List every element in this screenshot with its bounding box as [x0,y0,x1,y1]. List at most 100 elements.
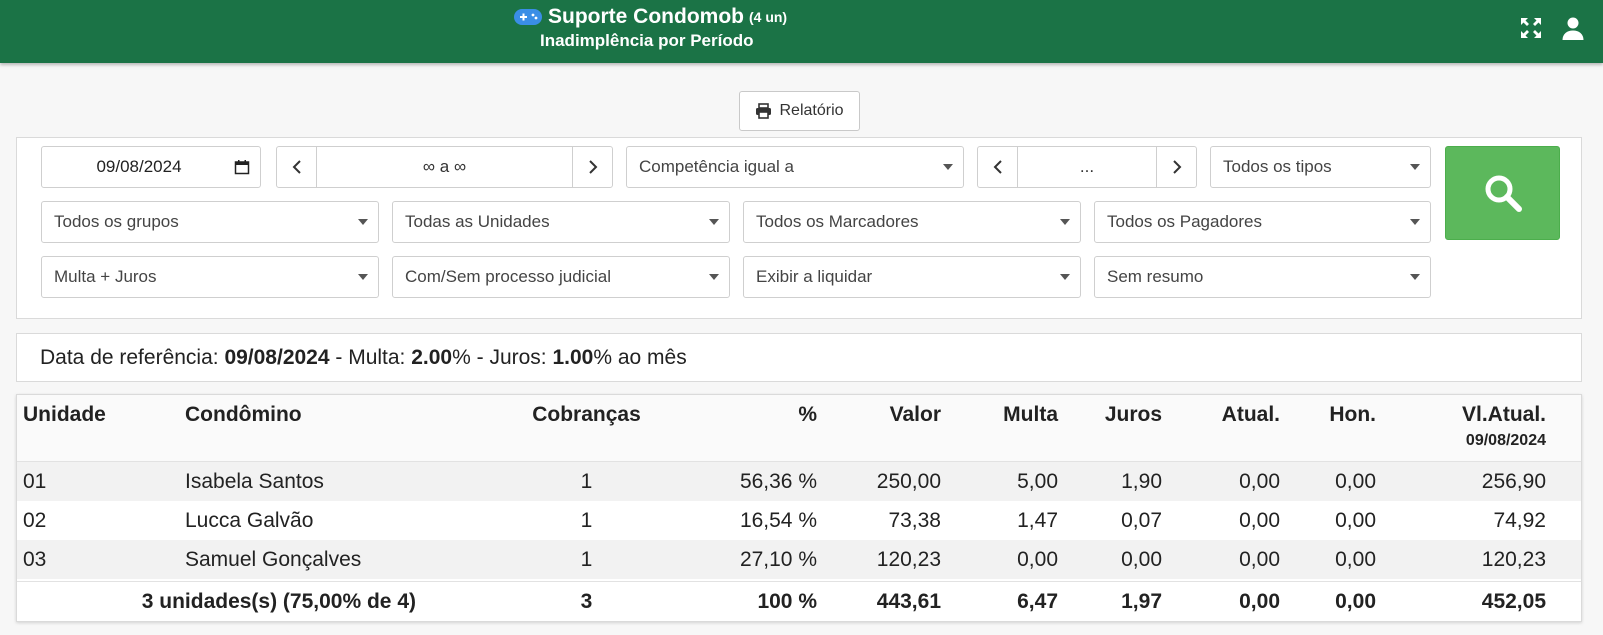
tipos-select[interactable]: Todos os tipos [1210,146,1431,188]
table-row[interactable]: 01 Isabela Santos 1 56,36 % 250,00 5,00 … [17,462,1581,501]
col-valor[interactable]: Valor [841,403,941,427]
cell-percent: 16,54 % [739,509,817,532]
reference-info: Data de referência: 09/08/2024 - Multa: … [16,333,1582,382]
cell-juros: 1,90 [1121,470,1162,493]
col-condomino[interactable]: Condômino [185,403,302,427]
tipos-select-value: Todos os tipos [1223,157,1332,176]
printer-icon [756,103,772,119]
footer-atual: 0,00 [1239,590,1280,613]
resumo-select[interactable]: Sem resumo [1094,256,1431,298]
caret-down-icon [709,274,719,280]
col-vlatual-date: 09/08/2024 [1465,432,1546,449]
cell-unidade: 01 [23,470,47,493]
gamepad-icon [514,9,542,25]
grupos-select[interactable]: Todos os grupos [41,201,379,243]
cell-unidade: 03 [23,548,47,571]
juros-rate: 1.00 [552,345,594,369]
footer-percent: 100 % [757,590,817,613]
table-row[interactable]: 03 Samuel Gonçalves 1 27,10 % 120,23 0,0… [17,540,1581,579]
caret-down-icon [1060,274,1070,280]
cell-hon: 0,00 [1335,548,1376,571]
brand[interactable]: Suporte Condomob (4 un) [514,4,787,30]
chevron-left-icon [993,160,1002,174]
chevron-right-icon [588,160,597,174]
caret-down-icon [1410,274,1420,280]
competencia-stepper[interactable]: ... [977,146,1197,188]
search-button[interactable] [1445,146,1560,240]
cell-juros: 0,07 [1121,509,1162,532]
table-header: Unidade Condômino Cobranças % Valor Mult… [17,395,1581,462]
cell-condomino: Lucca Galvão [185,509,314,532]
chevron-right-icon [1172,160,1181,174]
cell-valor: 73,38 [888,509,941,532]
cell-atual: 0,00 [1239,548,1280,571]
processo-select-value: Com/Sem processo judicial [405,267,611,286]
cell-valor: 250,00 [876,470,941,493]
resumo-select-value: Sem resumo [1107,267,1204,286]
multa-rate: 2.00 [411,345,453,369]
cell-atual: 0,00 [1239,470,1280,493]
cell-multa: 0,00 [1017,548,1058,571]
page-title: Inadimplência por Período [540,31,754,50]
cell-atual: 0,00 [1239,509,1280,532]
user-icon[interactable] [1561,16,1585,40]
multa-label: - Multa: [329,345,412,369]
cell-hon: 0,00 [1335,470,1376,493]
col-juros[interactable]: Juros [1062,403,1162,427]
period-prev-button[interactable] [277,147,317,187]
encargos-select[interactable]: Multa + Juros [41,256,379,298]
juros-suffix: % ao mês [593,345,687,369]
footer-cobrancas: 3 [580,590,593,613]
juros-label: % - Juros: [452,345,553,369]
competencia-select[interactable]: Competência igual a [626,146,964,188]
competencia-next-button[interactable] [1156,147,1196,187]
col-multa[interactable]: Multa [958,403,1058,427]
pagadores-select-value: Todos os Pagadores [1107,212,1262,231]
table-footer: 3 unidades(s) (75,00% de 4) 3 100 % 443,… [17,581,1581,621]
top-bar: Suporte Condomob (4 un) Inadimplência po… [0,0,1603,63]
cell-cobrancas: 1 [580,509,593,532]
period-value: ∞ a ∞ [422,157,467,176]
reference-date-input[interactable]: 09/08/2024 [41,146,261,188]
grupos-select-value: Todos os grupos [54,212,179,231]
reference-date-value: 09/08/2024 [96,157,182,176]
caret-down-icon [1410,219,1420,225]
expand-icon[interactable] [1519,16,1543,40]
caret-down-icon [358,274,368,280]
competencia-prev-button[interactable] [978,147,1018,187]
table-row[interactable]: 02 Lucca Galvão 1 16,54 % 73,38 1,47 0,0… [17,501,1581,540]
cell-unidade: 02 [23,509,47,532]
report-button-label: Relatório [779,102,844,119]
cell-vlatual: 256,90 [1481,470,1546,493]
cell-percent: 56,36 % [739,470,817,493]
processo-select[interactable]: Com/Sem processo judicial [392,256,730,298]
period-stepper[interactable]: ∞ a ∞ [276,146,613,188]
col-vlatual[interactable]: Vl.Atual. [1406,403,1546,427]
cell-multa: 5,00 [1017,470,1058,493]
col-cobrancas[interactable]: Cobranças [517,403,656,427]
unidades-select-value: Todas as Unidades [405,212,550,231]
caret-down-icon [709,219,719,225]
reference-date: 09/08/2024 [224,345,330,369]
calendar-icon[interactable] [234,159,250,180]
liquidar-select-value: Exibir a liquidar [756,267,873,286]
col-unidade[interactable]: Unidade [23,403,106,427]
col-hon[interactable]: Hon. [1276,403,1376,427]
competencia-value: ... [1079,157,1095,176]
cell-multa: 1,47 [1017,509,1058,532]
unidades-select[interactable]: Todas as Unidades [392,201,730,243]
pagadores-select[interactable]: Todos os Pagadores [1094,201,1431,243]
col-atual[interactable]: Atual. [1180,403,1280,427]
encargos-select-value: Multa + Juros [54,267,157,286]
col-percent[interactable]: % [717,403,817,427]
period-next-button[interactable] [572,147,612,187]
caret-down-icon [943,164,953,170]
footer-vlatual: 452,05 [1481,590,1546,613]
cell-condomino: Isabela Santos [185,470,324,493]
cell-valor: 120,23 [876,548,941,571]
report-button[interactable]: Relatório [739,91,860,131]
competencia-select-value: Competência igual a [639,157,794,176]
liquidar-select[interactable]: Exibir a liquidar [743,256,1081,298]
footer-summary: 3 unidades(s) (75,00% de 4) [141,590,416,613]
marcadores-select[interactable]: Todos os Marcadores [743,201,1081,243]
